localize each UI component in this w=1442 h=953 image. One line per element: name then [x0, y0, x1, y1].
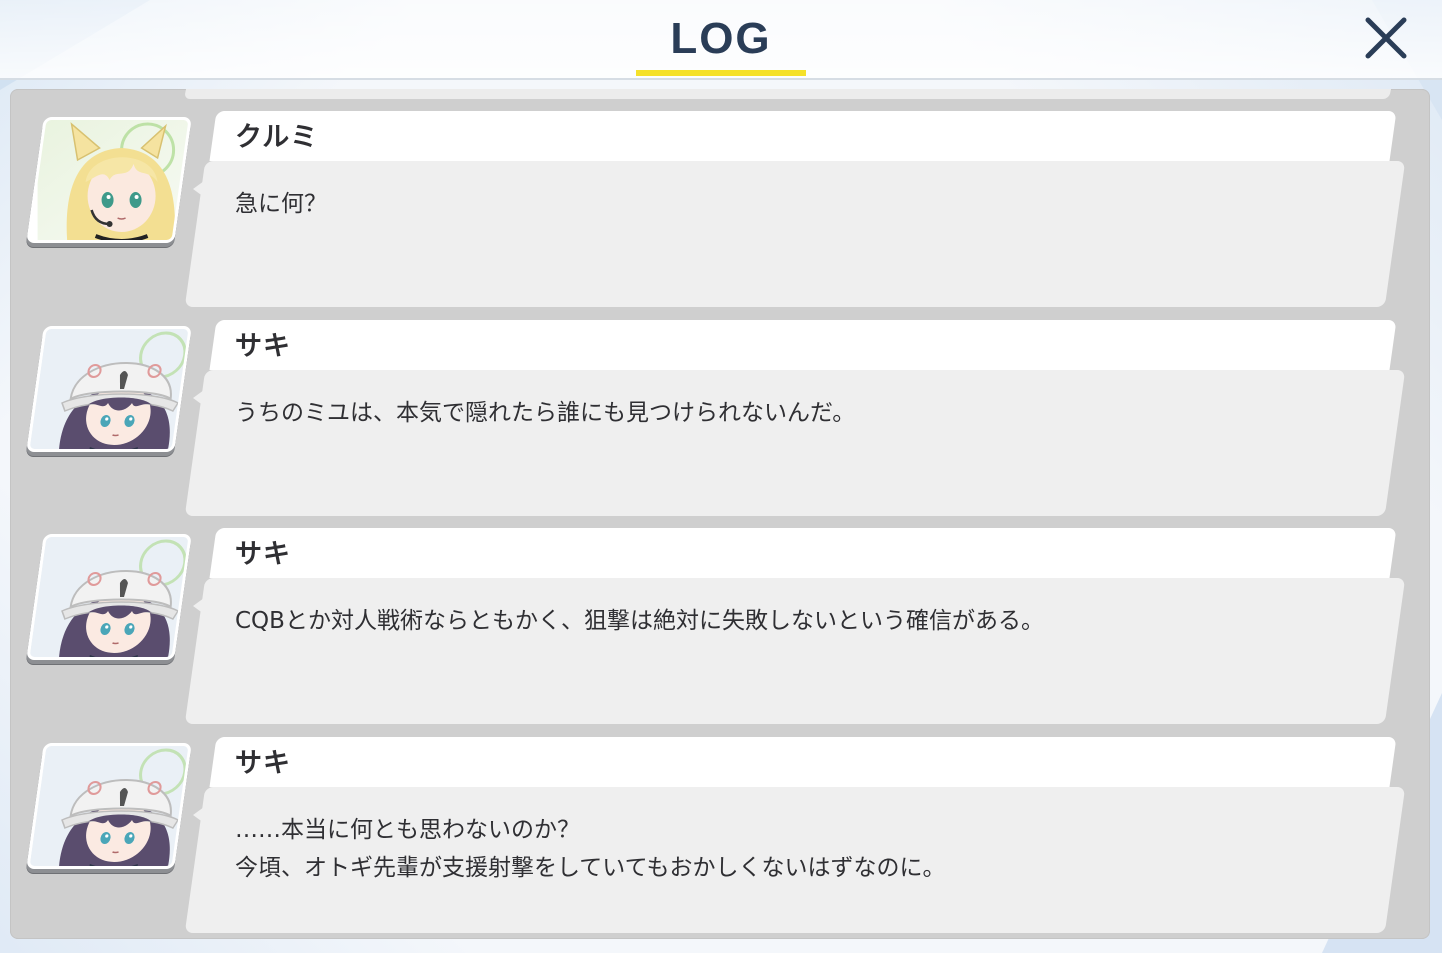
bubble-tail	[193, 590, 215, 622]
bubble-tail	[193, 799, 215, 831]
message-line: 今頃、オトギ先輩が支援射撃をしていてもおかしくないはずなのに。	[235, 855, 946, 881]
message-line: CQBとか対人戦術ならともかく、狙撃は絶対に失敗しないという確信がある。	[235, 608, 1044, 634]
bubble-tail	[193, 173, 215, 205]
log-panel[interactable]: クルミ 急に何？ サキ うちのミユは、本気で隠れたら誰にも見つけられないんだ。 …	[10, 89, 1430, 939]
log-entry: クルミ 急に何？	[10, 89, 1430, 307]
kurumi-portrait	[26, 117, 192, 243]
message-text: うちのミユは、本気で隠れたら誰にも見つけられないんだ。	[235, 394, 1335, 432]
speaker-name: サキ	[235, 331, 291, 362]
speaker-name-bar	[209, 528, 1397, 578]
title-underline	[636, 70, 806, 76]
log-entry: サキ ……本当に何とも思わないのか？ 今頃、オトギ先輩が支援射撃をしていてもおか…	[10, 715, 1430, 933]
message-line: 急に何？	[235, 191, 327, 217]
speaker-name-bar	[209, 320, 1397, 370]
message-line: うちのミユは、本気で隠れたら誰にも見つけられないんだ。	[235, 400, 856, 426]
kurumi-avatar-image	[37, 120, 192, 243]
message-bubble	[184, 370, 1406, 516]
speaker-name: クルミ	[235, 122, 319, 153]
bubble-tail	[193, 382, 215, 414]
saki-portrait	[26, 534, 192, 660]
message-bubble	[184, 161, 1406, 307]
message-text: CQBとか対人戦術ならともかく、狙撃は絶対に失敗しないという確信がある。	[235, 602, 1335, 640]
message-line: ……本当に何とも思わないのか？	[235, 817, 580, 843]
log-entry: サキ CQBとか対人戦術ならともかく、狙撃は絶対に失敗しないという確信がある。	[10, 506, 1430, 724]
speaker-name-bar	[209, 111, 1397, 161]
saki-avatar-image	[28, 746, 192, 869]
close-button[interactable]	[1360, 12, 1412, 64]
saki-portrait	[26, 326, 192, 452]
message-text: 急に何？	[235, 185, 1335, 223]
message-bubble	[184, 578, 1406, 724]
log-header: LOG	[0, 0, 1442, 80]
speaker-name: サキ	[235, 539, 291, 570]
log-entry: サキ うちのミユは、本気で隠れたら誰にも見つけられないんだ。	[10, 298, 1430, 516]
page-title: LOG	[670, 14, 772, 63]
speaker-name: サキ	[235, 748, 291, 779]
speaker-name-bar	[209, 737, 1397, 787]
close-icon	[1365, 17, 1407, 59]
saki-portrait	[26, 743, 192, 869]
saki-avatar-image	[28, 329, 192, 452]
saki-avatar-image	[28, 537, 192, 660]
message-text: ……本当に何とも思わないのか？ 今頃、オトギ先輩が支援射撃をしていてもおかしくな…	[235, 811, 1335, 887]
